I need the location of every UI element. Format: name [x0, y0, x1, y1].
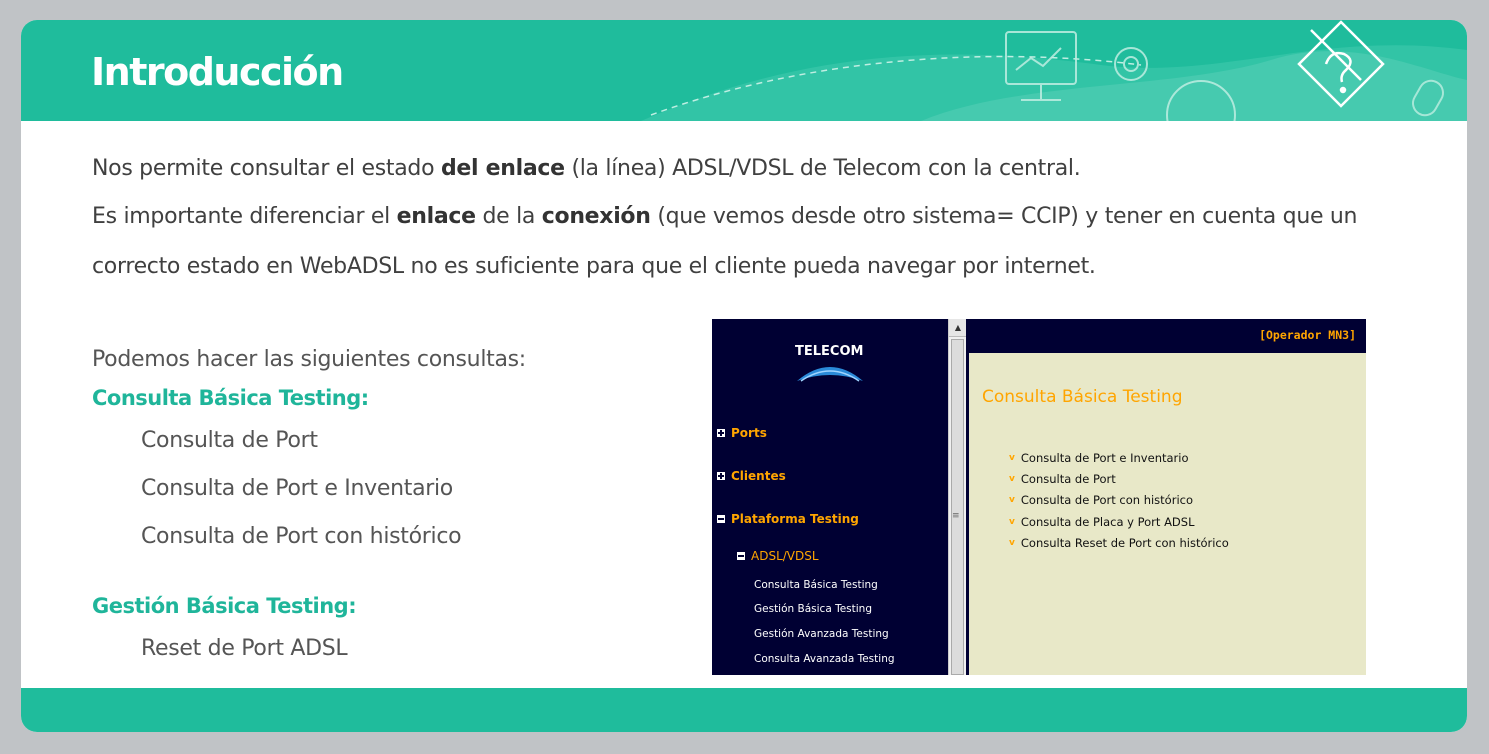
content-link[interactable]: v Consulta de Port e Inventario	[1009, 451, 1189, 465]
app-content: [Operador MN3] Consulta Básica Testing v…	[969, 319, 1366, 675]
para1-text: Nos permite consultar el estado	[92, 156, 441, 181]
para2-bold-enlace: enlace	[396, 204, 476, 229]
link-label: Consulta de Port e Inventario	[1020, 451, 1189, 465]
content-link[interactable]: v Consulta de Port con histórico	[1009, 493, 1193, 507]
nav-clientes[interactable]: Clientes	[717, 469, 786, 483]
content-link[interactable]: v Consulta de Port	[1009, 472, 1116, 486]
scroll-up-arrow-icon[interactable]: ▲	[949, 319, 967, 337]
app-sidebar: TELECOM Ports Clientes Plataforma Testin…	[712, 319, 948, 675]
slide-footer	[21, 688, 1467, 732]
scroll-thumb[interactable]	[951, 339, 964, 675]
telecom-logo: TELECOM	[795, 344, 864, 359]
para2-text: Es importante diferenciar el	[92, 204, 397, 229]
slide-header: Introducción	[21, 20, 1467, 121]
nav-leaf[interactable]: Gestión Básica Testing	[754, 603, 872, 615]
nav-ports-label: Ports	[731, 426, 767, 440]
para2-text-end: (que vemos desde otro sistema= CCIP) y t…	[650, 204, 1358, 229]
nav-leaf[interactable]: Consulta Básica Testing	[754, 579, 878, 591]
slide-card: Introducción Nos permite consultar el es…	[21, 20, 1467, 732]
para1-bold: del enlace	[440, 156, 565, 181]
expand-icon[interactable]	[717, 429, 725, 437]
para2-bold-conexion: conexión	[541, 204, 651, 229]
list-intro: Podemos hacer las siguientes consultas:	[92, 347, 526, 372]
chevron-down-icon: v	[1009, 517, 1015, 527]
link-label: Consulta de Port	[1020, 472, 1116, 486]
para1-text-end: (la línea) ADSL/VDSL de Telecom con la c…	[564, 156, 1081, 181]
list-item: Consulta de Port e Inventario	[141, 476, 453, 501]
telecom-arc-icon	[797, 367, 863, 382]
list-item: Consulta de Port con histórico	[141, 524, 462, 549]
scroll-grip-icon: ≡	[952, 511, 960, 521]
paragraph-3: correcto estado en WebADSL no es suficie…	[92, 254, 1096, 279]
para2-text-mid: de la	[475, 204, 542, 229]
section-heading-gestion: Gestión Básica Testing:	[92, 594, 357, 618]
webadsl-screenshot: TELECOM Ports Clientes Plataforma Testin…	[712, 319, 1366, 675]
sidebar-scrollbar[interactable]: ▲ ≡	[948, 319, 967, 675]
chevron-down-icon: v	[1009, 538, 1015, 548]
nav-adsl-vdsl[interactable]: ADSL/VDSL	[737, 549, 819, 563]
link-label: Consulta de Placa y Port ADSL	[1020, 515, 1195, 529]
collapse-icon[interactable]	[717, 515, 725, 523]
list-item: Reset de Port ADSL	[141, 636, 348, 661]
paragraph-1: Nos permite consultar el estado del enla…	[92, 156, 1081, 181]
expand-icon[interactable]	[717, 472, 725, 480]
paragraph-2: Es importante diferenciar el enlace de l…	[92, 204, 1358, 229]
operator-label: [Operador MN3]	[1259, 328, 1356, 342]
content-title: Consulta Básica Testing	[982, 387, 1183, 407]
collapse-icon[interactable]	[737, 552, 745, 560]
nav-leaf[interactable]: Gestión Avanzada Testing	[754, 628, 889, 640]
nav-clientes-label: Clientes	[731, 469, 786, 483]
content-link[interactable]: v Consulta Reset de Port con histórico	[1009, 536, 1229, 550]
link-label: Consulta Reset de Port con histórico	[1020, 536, 1229, 550]
chevron-down-icon: v	[1009, 495, 1015, 505]
nav-ports[interactable]: Ports	[717, 426, 767, 440]
list-item: Consulta de Port	[141, 428, 318, 453]
chevron-down-icon: v	[1009, 474, 1015, 484]
nav-plataforma-label: Plataforma Testing	[731, 512, 859, 526]
nav-leaf[interactable]: Consulta Avanzada Testing	[754, 653, 895, 665]
content-topbar: [Operador MN3]	[969, 319, 1366, 353]
link-label: Consulta de Port con histórico	[1020, 493, 1194, 507]
content-link[interactable]: v Consulta de Placa y Port ADSL	[1009, 515, 1195, 529]
chevron-down-icon: v	[1009, 453, 1015, 463]
section-heading-consulta: Consulta Básica Testing:	[92, 386, 369, 410]
nav-adsl-label: ADSL/VDSL	[751, 549, 819, 563]
slide-title: Introducción	[91, 50, 344, 94]
nav-plataforma-testing[interactable]: Plataforma Testing	[717, 512, 859, 526]
